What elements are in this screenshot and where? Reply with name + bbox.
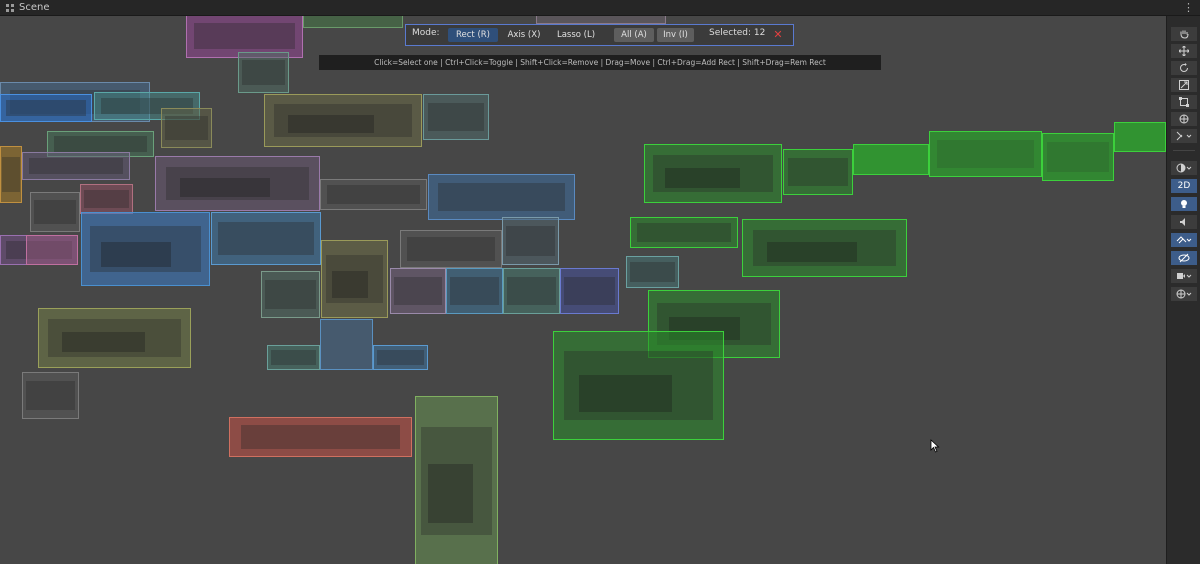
room-tile[interactable] <box>0 146 22 203</box>
room-tile[interactable] <box>626 256 679 288</box>
close-icon[interactable]: ✕ <box>771 28 785 42</box>
select-all-button[interactable]: All (A) <box>614 28 654 42</box>
transform-tool-icon[interactable] <box>1171 112 1197 126</box>
room-tile[interactable] <box>267 345 320 370</box>
audio-icon[interactable] <box>1171 215 1197 229</box>
room-tile[interactable] <box>320 319 373 370</box>
room-tile[interactable] <box>415 396 498 564</box>
room-tile[interactable] <box>155 156 320 211</box>
room-tile[interactable] <box>229 417 412 457</box>
room-tile[interactable] <box>536 16 666 24</box>
room-tile[interactable] <box>30 192 80 232</box>
axis-mode-button[interactable]: Axis (X) <box>502 28 546 42</box>
room-tile[interactable] <box>22 152 130 180</box>
rect-tool-icon[interactable] <box>1171 95 1197 109</box>
move-tool-icon[interactable] <box>1171 44 1197 58</box>
selected-room-tile[interactable] <box>644 144 782 203</box>
room-tile[interactable] <box>423 94 489 140</box>
room-tile[interactable] <box>321 240 388 318</box>
kebab-menu-icon[interactable]: ⋮ <box>1183 0 1194 15</box>
selected-room-tile[interactable] <box>929 131 1042 177</box>
selected-room-tile[interactable] <box>742 219 907 277</box>
room-tile[interactable] <box>80 184 133 214</box>
effects-icon[interactable] <box>1171 233 1197 247</box>
selection-hint-bar: Click=Select one | Ctrl+Click=Toggle | S… <box>319 55 881 70</box>
selected-room-tile[interactable] <box>853 144 929 175</box>
hand-tool-icon[interactable] <box>1171 27 1197 41</box>
scene-tab-title[interactable]: Scene <box>19 0 50 15</box>
lasso-mode-button[interactable]: Lasso (L) <box>550 28 602 42</box>
selected-count: Selected: 12 <box>709 28 766 38</box>
selected-room-tile[interactable] <box>1114 122 1166 152</box>
rect-mode-button[interactable]: Rect (R) <box>448 28 498 42</box>
scene-tab-bar: Scene ⋮ <box>0 0 1200 16</box>
room-tile[interactable] <box>38 308 191 368</box>
mouse-cursor-icon <box>930 439 940 453</box>
custom-tool-icon[interactable] <box>1171 129 1197 143</box>
selected-room-tile[interactable] <box>630 217 738 248</box>
room-tile[interactable] <box>238 52 289 93</box>
selected-room-tile[interactable] <box>553 331 724 440</box>
selected-room-tile[interactable] <box>1042 133 1114 181</box>
invert-selection-button[interactable]: Inv (I) <box>657 28 694 42</box>
room-tile[interactable] <box>261 271 320 318</box>
2d-toggle-button[interactable]: 2D <box>1171 179 1197 193</box>
room-tile[interactable] <box>373 345 428 370</box>
room-tile[interactable] <box>161 108 212 148</box>
scene-viewport[interactable] <box>0 16 1166 564</box>
room-tile[interactable] <box>560 268 619 314</box>
scene-tools-toolbar: 2D <box>1166 16 1200 564</box>
selection-mode-bar: Mode: Rect (R) Axis (X) Lasso (L) All (A… <box>405 24 794 46</box>
scene-camera-icon[interactable] <box>1171 269 1197 283</box>
hidden-objects-icon[interactable] <box>1171 251 1197 265</box>
room-tile[interactable] <box>303 16 403 28</box>
room-tile[interactable] <box>211 212 321 265</box>
room-tile[interactable] <box>81 212 210 286</box>
room-tile[interactable] <box>446 268 503 314</box>
shading-mode-icon[interactable] <box>1171 161 1197 175</box>
room-tile[interactable] <box>400 230 502 268</box>
room-tile[interactable] <box>22 372 79 419</box>
room-tile[interactable] <box>26 235 78 265</box>
scale-tool-icon[interactable] <box>1171 78 1197 92</box>
room-tile[interactable] <box>503 268 560 314</box>
room-tile[interactable] <box>264 94 422 147</box>
selected-room-tile[interactable] <box>783 149 853 195</box>
room-tile[interactable] <box>428 174 575 220</box>
mode-label: Mode: <box>412 28 440 38</box>
room-tile[interactable] <box>0 94 92 122</box>
room-tile[interactable] <box>320 179 427 210</box>
room-tile[interactable] <box>390 268 446 314</box>
rotate-tool-icon[interactable] <box>1171 61 1197 75</box>
gizmos-icon[interactable] <box>1171 287 1197 301</box>
lighting-icon[interactable] <box>1171 197 1197 211</box>
room-tile[interactable] <box>502 217 559 265</box>
scene-grid-icon <box>6 4 14 12</box>
